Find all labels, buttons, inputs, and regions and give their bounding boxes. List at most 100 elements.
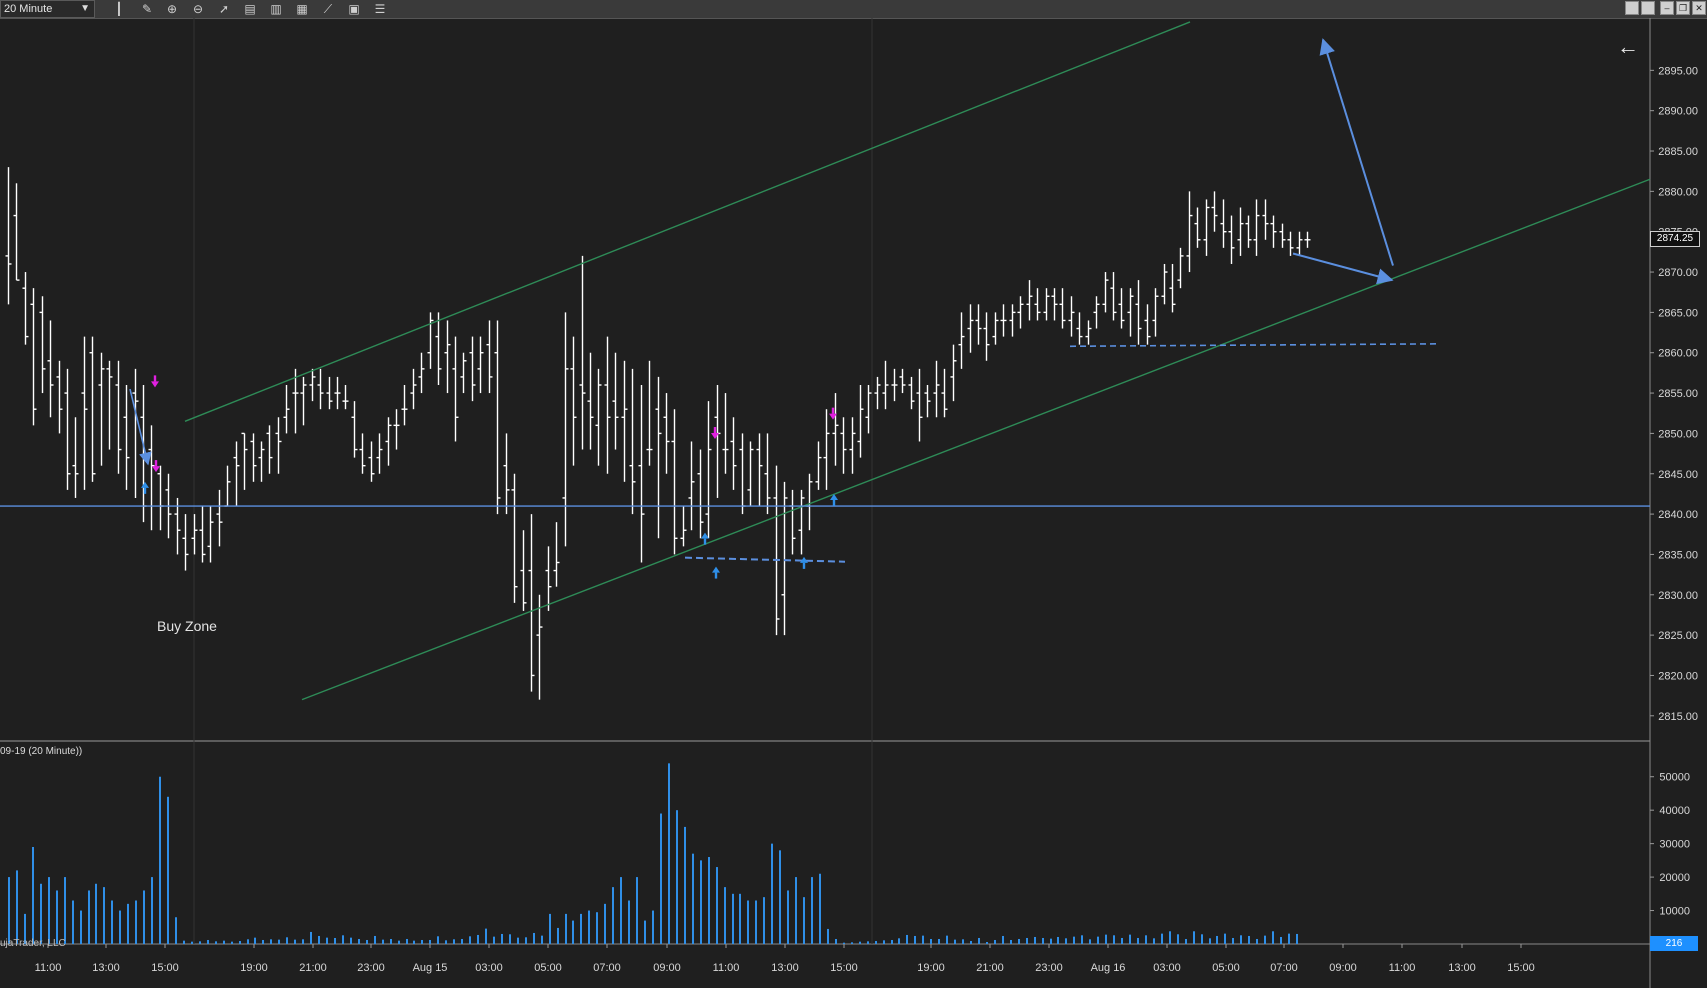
tile-icon[interactable] [1641, 1, 1655, 15]
price-bar [334, 376, 341, 410]
volume-bar [95, 883, 97, 944]
volume-bar [1113, 935, 1115, 944]
price-bar [1169, 263, 1176, 313]
volume-bar [604, 903, 606, 944]
time-axis-label: 15:00 [1507, 962, 1535, 974]
templates-icon[interactable]: ▣ [345, 1, 363, 17]
volume-bar [1137, 937, 1139, 944]
volume-axis-label: 10000 [1659, 906, 1690, 918]
price-bar [899, 368, 906, 394]
price-axis-label: 2885.00 [1658, 146, 1698, 158]
price-bar [722, 393, 729, 474]
volume-bar [883, 940, 885, 944]
time-axis-label: 07:00 [1270, 962, 1298, 974]
price-bar [89, 336, 96, 482]
price-bar [798, 489, 805, 555]
time-axis-label: 21:00 [299, 962, 327, 974]
volume-bar [429, 939, 431, 944]
price-bar [975, 304, 982, 345]
volume-bar [398, 940, 400, 944]
price-bar [781, 481, 788, 636]
price-bar [646, 360, 653, 466]
volume-bar [1177, 934, 1179, 944]
indicators-icon[interactable]: ▦ [293, 1, 311, 17]
volume-bar [1145, 935, 1147, 944]
time-axis-label: 23:00 [1035, 962, 1063, 974]
price-bar [958, 312, 965, 369]
data-box-icon[interactable]: ▤ [241, 1, 259, 17]
volume-bar [819, 873, 821, 944]
volume-bar [875, 940, 877, 944]
price-bar [655, 376, 662, 539]
volume-bar [437, 936, 439, 944]
volume-bar [978, 937, 980, 944]
volume-bar [374, 935, 376, 944]
signal-stem [802, 562, 806, 569]
price-bar [207, 506, 214, 563]
volume-bar [231, 941, 233, 944]
volume-bar [262, 939, 264, 944]
volume-bar [40, 883, 42, 944]
price-bar [216, 489, 223, 547]
time-axis-label: 15:00 [151, 962, 179, 974]
volume-bar [1050, 938, 1052, 944]
chart-canvas[interactable]: 2895.002890.002885.002880.002875.002870.… [0, 18, 1707, 988]
draw-pencil-icon[interactable]: ✎ [138, 1, 156, 17]
price-bar [950, 344, 957, 402]
price-bar [258, 441, 265, 482]
price-axis-label: 2815.00 [1658, 711, 1698, 723]
interval-selector[interactable]: 20 Minute ▼ [0, 0, 95, 18]
price-bar [908, 376, 915, 410]
back-arrow-icon[interactable]: ← [1613, 34, 1643, 60]
zoom-in-icon[interactable]: ⊕ [163, 1, 181, 17]
chevron-down-icon: ▼ [80, 3, 90, 14]
volume-bar [1264, 935, 1266, 944]
volume-bar [1121, 937, 1123, 944]
tile-icon[interactable] [1625, 1, 1639, 15]
buy-signal-arrow [712, 566, 720, 579]
channel-upper-line [184, 21, 1191, 422]
price-bar [1000, 304, 1007, 337]
price-bar [148, 425, 155, 531]
volume-bar [278, 939, 280, 944]
price-bar [47, 320, 54, 418]
list-icon[interactable]: ☰ [371, 1, 389, 17]
strategies-icon[interactable]: ⟋ [319, 1, 337, 17]
signal-stem [154, 460, 158, 467]
volume-bar [191, 941, 193, 944]
buy-signal-arrow [800, 556, 808, 569]
projection-arrow [129, 388, 152, 466]
price-bar [199, 506, 206, 563]
price-bar [967, 304, 974, 353]
volume-bar [811, 877, 813, 944]
pointer-icon[interactable]: ➚ [215, 1, 233, 17]
volume-bar [676, 810, 678, 944]
price-bar [81, 336, 88, 490]
current-volume-tag: 216 [1650, 936, 1698, 951]
price-bar [520, 530, 527, 611]
volume-bar [1248, 935, 1250, 944]
volume-bar [692, 853, 694, 944]
price-bar [275, 417, 282, 474]
price-bar [1076, 312, 1083, 345]
volume-bar [596, 912, 598, 944]
minimize-icon[interactable]: – [1660, 1, 1674, 15]
properties-icon[interactable]: ▥ [267, 1, 285, 17]
volume-bar [660, 813, 662, 944]
bar-style-icon[interactable]: ┃ [110, 1, 128, 17]
price-bar [250, 433, 257, 482]
price-bar [874, 376, 881, 410]
zoom-out-icon[interactable]: ⊖ [189, 1, 207, 17]
support-dashed-line [684, 556, 846, 563]
price-bar [832, 393, 839, 466]
price-bar [486, 320, 493, 394]
volume-bar [700, 860, 702, 944]
price-bar [1152, 288, 1159, 337]
price-bar [747, 441, 754, 507]
volume-bar [843, 942, 845, 944]
close-icon[interactable]: ✕ [1692, 1, 1706, 15]
signal-stem [143, 487, 147, 494]
restore-icon[interactable]: ❐ [1676, 1, 1690, 15]
price-bar [401, 385, 408, 426]
price-bar [789, 489, 796, 555]
